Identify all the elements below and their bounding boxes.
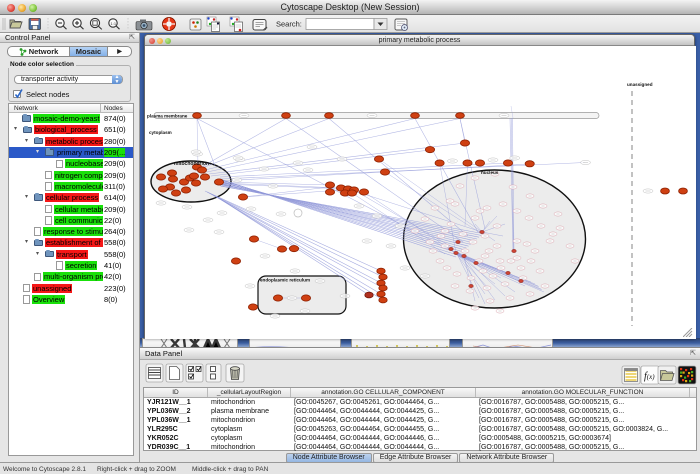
- svg-text:endoplasmic reticulum: endoplasmic reticulum: [260, 278, 310, 283]
- svg-text:unassigned: unassigned: [627, 82, 653, 87]
- svg-text:Search:: Search:: [276, 20, 302, 29]
- svg-text:cytoplasm: cytoplasm: [149, 130, 172, 135]
- svg-text:plasma membrane: plasma membrane: [147, 114, 188, 119]
- svg-text:mitochondrion: mitochondrion: [174, 161, 209, 167]
- svg-text:1:1: 1:1: [111, 21, 117, 26]
- svg-text:f(x): f(x): [644, 371, 655, 382]
- svg-text:nucleus: nucleus: [481, 170, 499, 175]
